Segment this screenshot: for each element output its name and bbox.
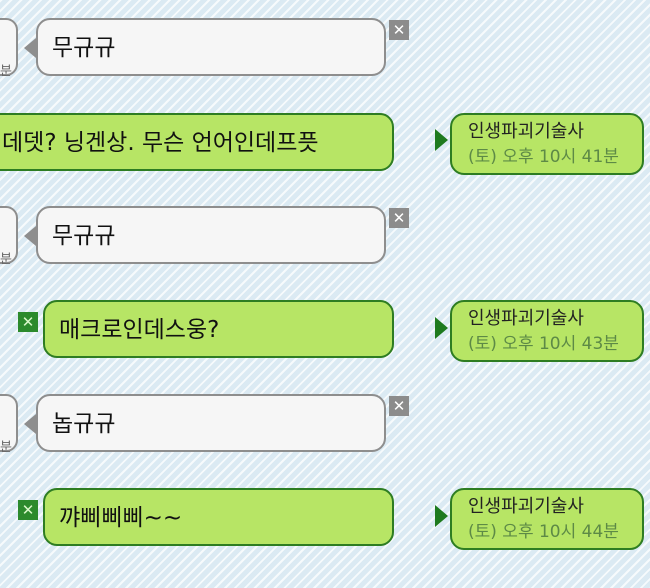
close-icon[interactable]: ✕ <box>389 208 409 228</box>
message-text: 무규규 <box>52 35 116 61</box>
message-row-outgoing: ✕ 꺄삐삐삐~~ 인생파괴기술사 (토) 오후 10시 44분 <box>0 488 650 552</box>
message-text: 매크로인데스웅? <box>59 317 220 343</box>
sender-badge[interactable]: 인생파괴기술사 (토) 오후 10시 43분 <box>450 300 644 362</box>
message-time: (토) 오후 10시 41분 <box>468 147 619 167</box>
stub-time-text: 분 <box>0 252 12 267</box>
sender-badge[interactable]: 인생파괴기술사 (토) 오후 10시 44분 <box>450 488 644 550</box>
sender-name: 인생파괴기술사 <box>468 496 584 517</box>
sender-pointer <box>435 505 448 527</box>
message-time: (토) 오후 10시 43분 <box>468 334 619 354</box>
sender-name: 인생파괴기술사 <box>468 308 584 329</box>
sender-name: 인생파괴기술사 <box>468 121 584 142</box>
bubble-pointer <box>24 226 36 246</box>
message-text: 데뎃? 닝겐상. 무슨 언어인데프픗 <box>2 130 319 156</box>
close-icon[interactable]: ✕ <box>389 396 409 416</box>
message-row-incoming: 분 무규규 ✕ <box>0 18 650 82</box>
message-bubble: 놉규규 <box>36 394 386 452</box>
message-time: (토) 오후 10시 44분 <box>468 522 619 542</box>
bubble-pointer <box>24 38 36 58</box>
close-icon[interactable]: ✕ <box>389 20 409 40</box>
delete-icon[interactable]: ✕ <box>18 312 38 332</box>
message-text: 놉규규 <box>52 411 116 437</box>
stub-time-text: 분 <box>0 64 12 79</box>
sender-pointer <box>435 129 448 151</box>
message-text: 무규규 <box>52 223 116 249</box>
message-bubble: 무규규 <box>36 18 386 76</box>
message-bubble: 매크로인데스웅? <box>43 300 394 358</box>
message-bubble: 데뎃? 닝겐상. 무슨 언어인데프픗 <box>0 113 394 171</box>
message-text: 꺄삐삐삐~~ <box>59 505 183 531</box>
message-row-outgoing: 데뎃? 닝겐상. 무슨 언어인데프픗 인생파괴기술사 (토) 오후 10시 41… <box>0 113 650 177</box>
bubble-pointer <box>24 414 36 434</box>
sender-pointer <box>435 317 448 339</box>
stub-time-text: 분 <box>0 440 12 455</box>
message-row-incoming: 분 무규규 ✕ <box>0 206 650 270</box>
message-row-outgoing: ✕ 매크로인데스웅? 인생파괴기술사 (토) 오후 10시 43분 <box>0 300 650 364</box>
delete-icon[interactable]: ✕ <box>18 500 38 520</box>
message-row-incoming: 분 놉규규 ✕ <box>0 394 650 458</box>
message-bubble: 무규규 <box>36 206 386 264</box>
message-bubble: 꺄삐삐삐~~ <box>43 488 394 546</box>
sender-badge[interactable]: 인생파괴기술사 (토) 오후 10시 41분 <box>450 113 644 175</box>
